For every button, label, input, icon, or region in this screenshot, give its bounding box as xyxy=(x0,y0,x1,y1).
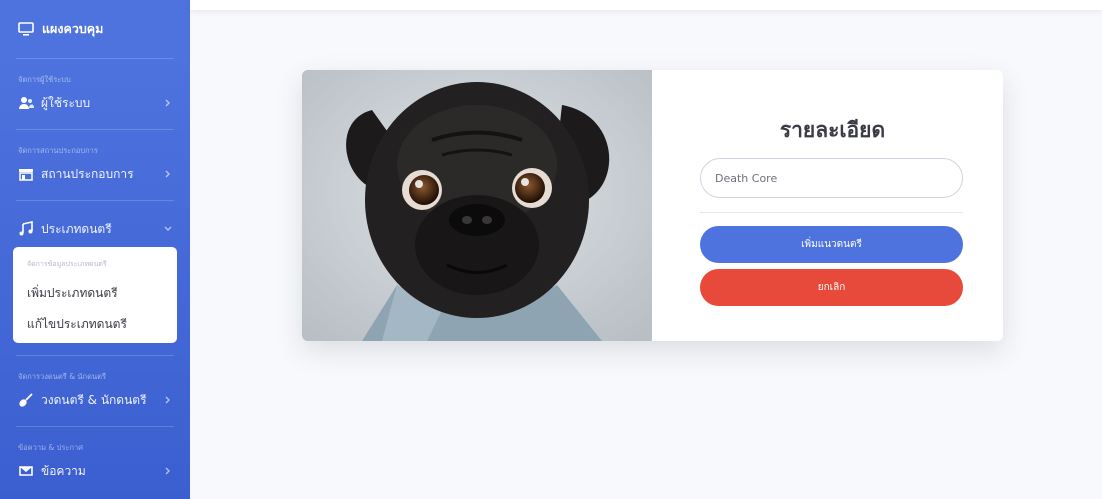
sidebar-item-label: ข้อความ xyxy=(41,463,86,478)
sidebar-item-music-genres[interactable]: ประเภทดนตรี xyxy=(0,215,190,243)
guitar-icon xyxy=(18,392,36,408)
music-genre-submenu: จัดการข้อมูลประเภทดนตรี เพิ่มประเภทดนตรี… xyxy=(13,247,177,343)
topbar xyxy=(190,0,1102,10)
desktop-icon xyxy=(18,22,34,36)
sidebar-item-messages[interactable]: ข้อความ xyxy=(0,457,190,485)
sidebar-item-label: ผู้ใช้ระบบ xyxy=(41,95,91,110)
sidebar-heading-users: จัดการผู้ใช้ระบบ xyxy=(18,75,71,84)
chevron-right-icon xyxy=(165,467,170,475)
sidebar-brand[interactable]: แผงควบคุม xyxy=(0,0,190,58)
sidebar-item-label: ประเภทดนตรี xyxy=(41,221,112,236)
sidebar-item-bands[interactable]: วงดนตรี & นักดนตรี xyxy=(0,386,190,414)
sidebar-item-label: สถานประกอบการ xyxy=(41,166,134,181)
add-genre-button[interactable]: เพิ่มแนวดนตรี xyxy=(700,226,963,263)
submenu-item-add-genre[interactable]: เพิ่มประเภทดนตรี xyxy=(13,278,177,309)
sidebar-item-users[interactable]: ผู้ใช้ระบบ xyxy=(0,89,190,117)
sidebar: แผงควบคุม จัดการผู้ใช้ระบบ ผู้ใช้ระบบ จั… xyxy=(0,0,190,499)
store-icon xyxy=(18,166,36,182)
pug-illustration xyxy=(302,70,652,341)
genre-detail-card: รายละเอียด เพิ่มแนวดนตรี ยกเลิก xyxy=(302,70,1003,341)
users-icon xyxy=(18,95,36,111)
add-genre-button-label: เพิ่มแนวดนตรี xyxy=(801,239,862,250)
sidebar-heading-stores: จัดการสถานประกอบการ xyxy=(18,146,98,155)
chevron-right-icon xyxy=(165,396,170,404)
cancel-button-label: ยกเลิก xyxy=(817,282,846,293)
genre-name-input[interactable] xyxy=(700,158,963,198)
chevron-right-icon xyxy=(165,170,170,178)
pug-dog-image xyxy=(302,70,652,341)
sidebar-item-stores[interactable]: สถานประกอบการ xyxy=(0,160,190,188)
submenu-heading: จัดการข้อมูลประเภทดนตรี xyxy=(27,260,107,268)
sidebar-heading-bands: จัดการวงดนตรี & นักดนตรี xyxy=(18,372,106,381)
form-divider xyxy=(700,212,963,213)
chevron-down-icon xyxy=(164,226,172,231)
sidebar-divider xyxy=(16,200,174,201)
brand-label: แผงควบคุม xyxy=(42,21,104,36)
sidebar-heading-messages: ข้อความ & ประกาศ xyxy=(18,443,83,452)
music-icon xyxy=(18,221,36,237)
cancel-button[interactable]: ยกเลิก xyxy=(700,269,963,306)
genre-form: รายละเอียด เพิ่มแนวดนตรี ยกเลิก xyxy=(652,70,1003,341)
message-icon xyxy=(18,463,36,479)
card-title: รายละเอียด xyxy=(779,118,886,142)
sidebar-item-label: วงดนตรี & นักดนตรี xyxy=(41,392,147,407)
chevron-right-icon xyxy=(165,99,170,107)
submenu-item-edit-genre[interactable]: แก้ไขประเภทดนตรี xyxy=(13,309,177,340)
